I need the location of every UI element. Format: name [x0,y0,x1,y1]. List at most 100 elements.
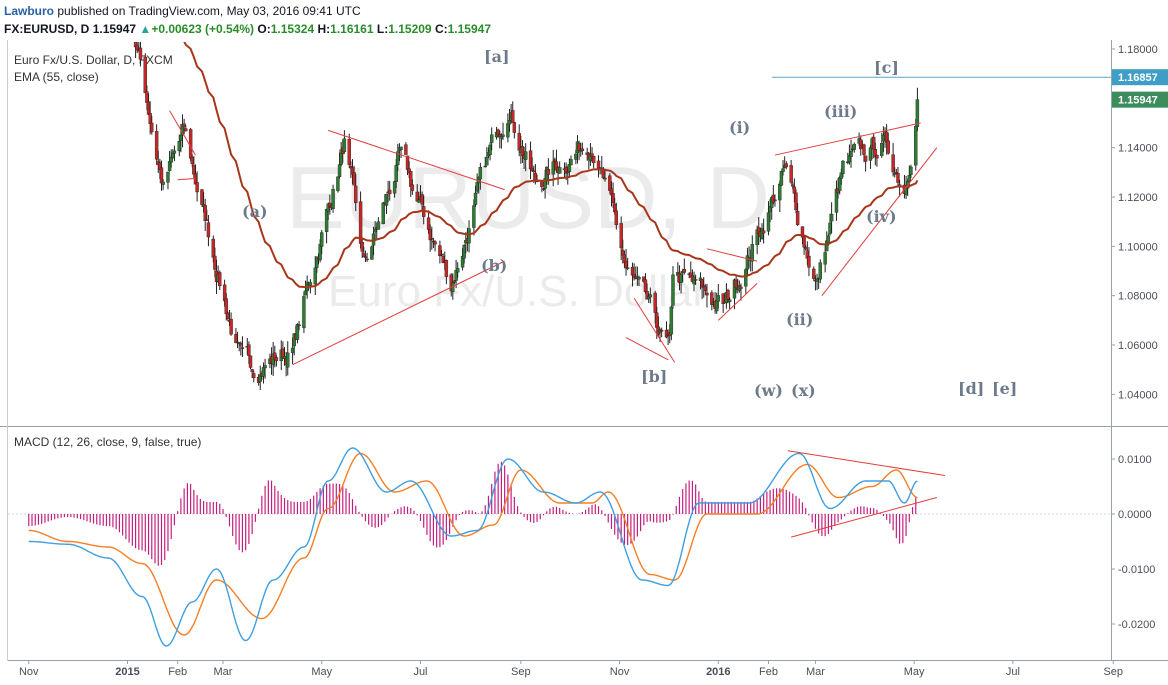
time-tick-label: Sep [511,666,531,678]
candle [472,205,476,228]
candle [337,164,342,177]
candle [744,269,748,287]
trendline [774,122,921,156]
candle [320,232,324,247]
time-tick-label: 2016 [706,666,730,678]
candle [213,255,217,270]
time-tick-label: Feb [759,666,778,678]
candle [303,290,308,296]
candle [826,235,831,243]
time-tick-label: Jul [1006,666,1020,678]
candle [601,169,606,179]
candle [297,324,301,327]
candle [145,91,149,103]
candle [849,151,853,157]
time-tick-label: Feb [168,666,187,678]
wave-label: (ii) [786,310,813,329]
candle [804,247,808,250]
candle [177,141,181,152]
candle [384,193,389,206]
candle [433,241,437,245]
candle [234,334,238,344]
candle [373,229,377,233]
candle [376,221,381,230]
candle [727,299,732,302]
candle [512,122,517,133]
candle [143,56,148,94]
candle [567,164,572,172]
candle [896,173,900,183]
candle [263,365,267,369]
candle [363,256,368,258]
candle [167,161,172,171]
candle [778,183,782,201]
macd-tick-label: 0.0100 [1118,454,1152,466]
candle [206,222,211,238]
price-tick-label: 1.10000 [1118,241,1158,253]
candle [239,342,243,346]
candle [240,347,245,349]
candle [812,268,816,279]
candle [541,188,546,190]
candle [643,279,648,292]
candle [781,168,785,172]
candle [828,222,832,235]
candle [891,154,895,173]
candle [625,267,630,269]
wave-label: [c] [874,58,899,77]
candle [313,267,317,285]
candle [520,146,525,156]
candle [664,329,669,338]
candle [875,154,879,159]
candle [794,192,798,211]
candle [914,126,918,166]
macd-title: MACD (12, 26, close, 9, false, true) [14,435,201,449]
candle [533,172,538,181]
chart-canvas[interactable]: EURUSD, DEuro Fx/U.S. Dollar1.180001.160… [0,0,1168,685]
time-tick-label: Sep [1103,666,1123,678]
wave-label: [e] [992,379,1017,398]
candle [226,312,230,320]
candle [405,155,410,170]
candle [179,134,183,141]
candle [871,136,876,150]
candle [224,298,228,314]
wave-label: [a] [484,47,510,66]
wave-label: (x) [791,381,816,400]
wave-label: [d] [958,379,984,398]
candle [862,144,866,155]
time-tick-label: Mar [806,666,825,678]
candle [211,238,215,258]
time-tick-label: May [904,666,925,678]
candle [569,159,573,166]
candle [274,357,279,361]
candle [205,219,209,221]
candle [792,186,797,194]
candle [771,194,776,203]
candle [203,205,207,221]
candle [532,170,536,172]
candle [399,146,403,150]
candle [669,306,674,335]
candle [324,208,329,233]
candle [551,161,555,175]
candle [714,299,719,312]
candle [580,148,585,152]
candle [557,167,562,174]
candle [410,184,415,191]
candle [823,252,827,265]
price-tick-label: 1.14000 [1118,143,1158,155]
candle [523,151,528,160]
candle [146,101,151,115]
candle [166,171,170,183]
candle [739,286,743,289]
candle [295,324,300,340]
candle [365,258,369,261]
candle [546,169,551,175]
wave-label: (w) [754,381,783,400]
candle [507,120,512,125]
candle [150,122,154,133]
time-tick-label: 2015 [115,666,139,678]
candle [818,262,822,280]
candle [682,268,687,273]
